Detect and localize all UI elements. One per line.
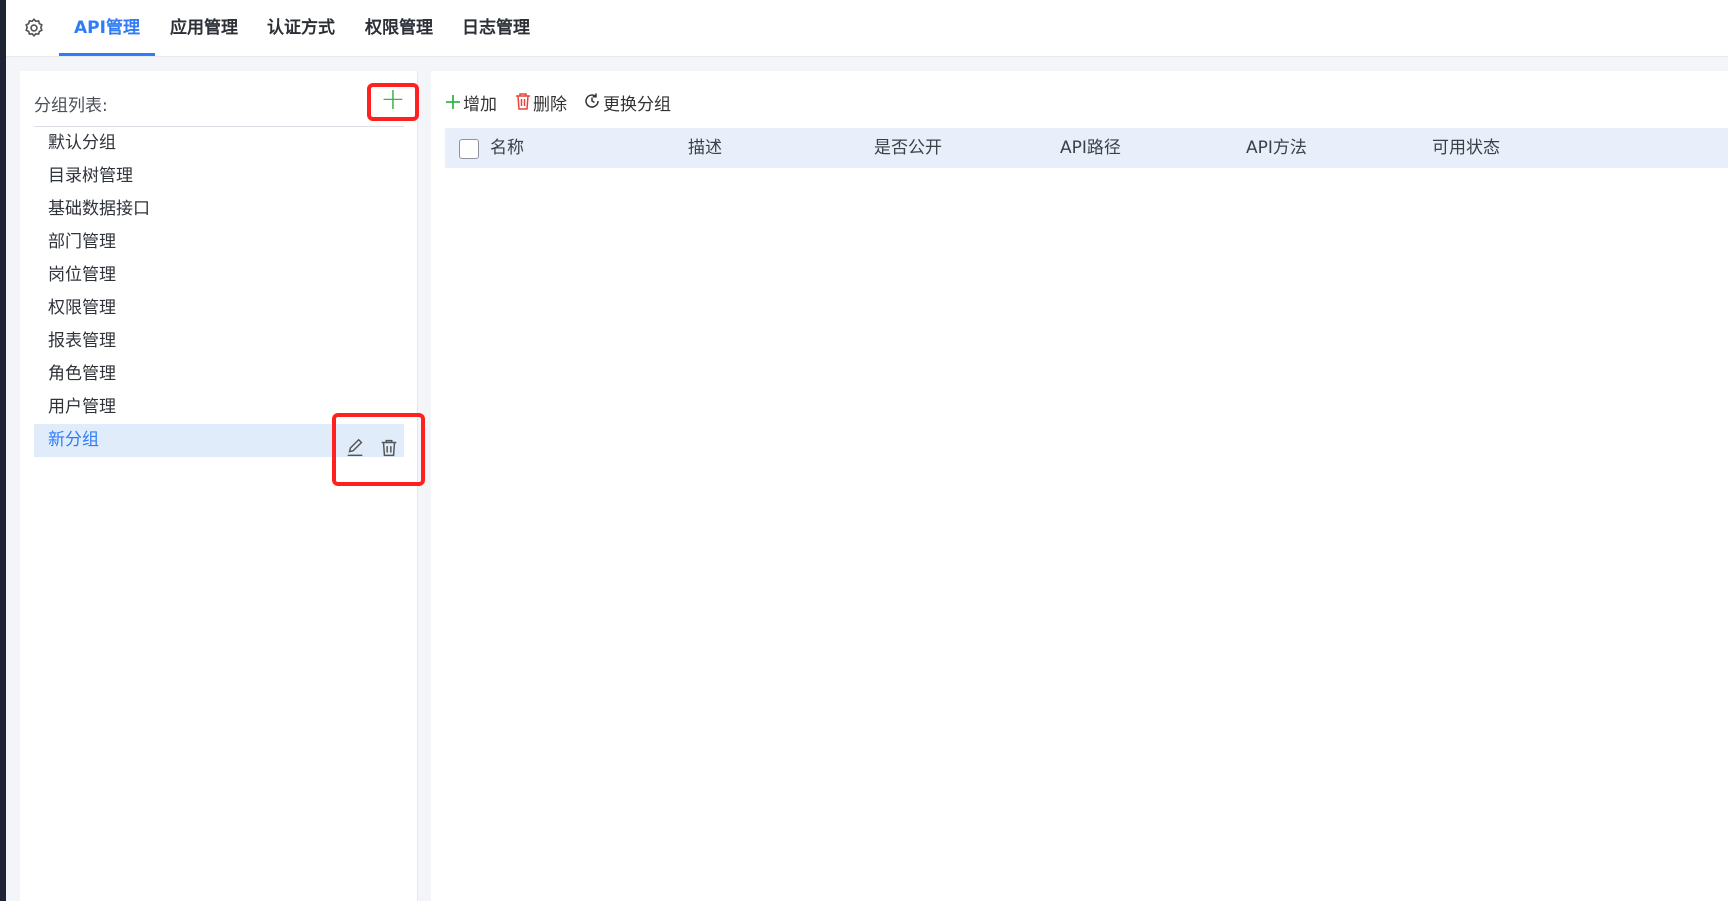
add-group-button[interactable]: + bbox=[367, 83, 419, 121]
group-item-actions bbox=[332, 413, 425, 486]
add-button-label: 增加 bbox=[463, 95, 497, 115]
column-header-description: 描述 bbox=[688, 138, 722, 158]
column-header-api-path: API路径 bbox=[1060, 138, 1121, 158]
group-item[interactable]: 角色管理 bbox=[34, 358, 404, 391]
delete-button[interactable]: 删除 bbox=[515, 91, 567, 119]
group-item[interactable]: 部门管理 bbox=[34, 226, 404, 259]
tab-log-management[interactable]: 日志管理 bbox=[454, 0, 538, 56]
group-item[interactable]: 默认分组 bbox=[34, 127, 404, 160]
select-all-checkbox[interactable] bbox=[459, 139, 479, 159]
main-panel: 增加 删除 更换分组 名称 描述 是否公开 API路径 API方法 可用状态 bbox=[431, 71, 1728, 901]
add-button[interactable]: 增加 bbox=[445, 91, 497, 119]
group-item[interactable]: 权限管理 bbox=[34, 292, 404, 325]
edit-icon[interactable] bbox=[344, 437, 366, 459]
trash-icon bbox=[515, 91, 531, 119]
plus-icon: + bbox=[380, 82, 406, 117]
tab-api-management[interactable]: API管理 bbox=[59, 0, 155, 56]
group-item[interactable]: 目录树管理 bbox=[34, 160, 404, 193]
column-header-status: 可用状态 bbox=[1432, 138, 1500, 158]
refresh-icon bbox=[583, 91, 601, 119]
group-item[interactable]: 岗位管理 bbox=[34, 259, 404, 292]
column-header-name: 名称 bbox=[490, 138, 524, 158]
tab-auth-method[interactable]: 认证方式 bbox=[259, 0, 343, 56]
table-header: 名称 描述 是否公开 API路径 API方法 可用状态 bbox=[445, 128, 1728, 168]
plus-icon bbox=[445, 91, 461, 119]
delete-button-label: 删除 bbox=[533, 95, 567, 115]
gear-icon[interactable] bbox=[23, 17, 45, 39]
change-group-button-label: 更换分组 bbox=[603, 95, 671, 115]
column-header-public: 是否公开 bbox=[874, 138, 942, 158]
column-header-api-method: API方法 bbox=[1246, 138, 1307, 158]
group-item[interactable]: 报表管理 bbox=[34, 325, 404, 358]
top-nav: API管理 应用管理 认证方式 权限管理 日志管理 bbox=[6, 0, 1728, 57]
tab-permission-management[interactable]: 权限管理 bbox=[357, 0, 441, 56]
page-content: 分组列表: + 默认分组 目录树管理 基础数据接口 部门管理 岗位管理 权限管理… bbox=[6, 57, 1728, 901]
group-item[interactable]: 基础数据接口 bbox=[34, 193, 404, 226]
group-list-title: 分组列表: bbox=[34, 96, 108, 116]
sidebar-header: 分组列表: bbox=[20, 71, 417, 126]
change-group-button[interactable]: 更换分组 bbox=[583, 91, 671, 119]
group-sidebar: 分组列表: + 默认分组 目录树管理 基础数据接口 部门管理 岗位管理 权限管理… bbox=[20, 71, 425, 901]
group-list: 默认分组 目录树管理 基础数据接口 部门管理 岗位管理 权限管理 报表管理 角色… bbox=[34, 127, 404, 457]
tab-app-management[interactable]: 应用管理 bbox=[162, 0, 246, 56]
trash-icon[interactable] bbox=[378, 437, 400, 459]
